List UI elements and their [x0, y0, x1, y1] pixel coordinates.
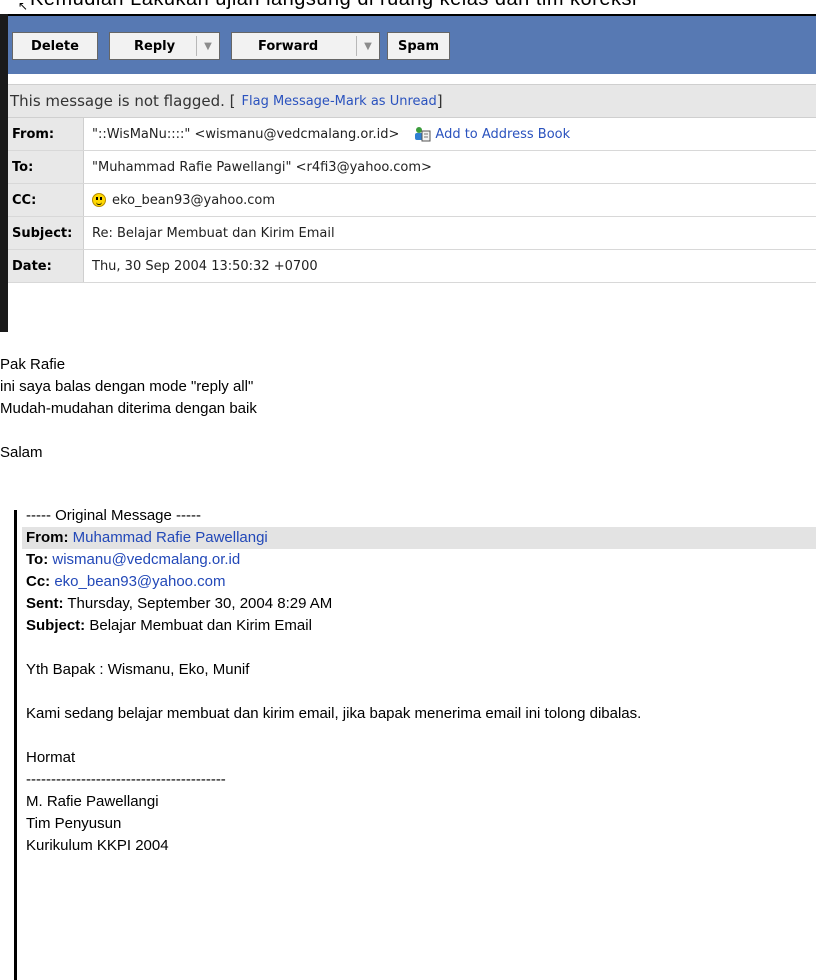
original-greeting: Yth Bapak : Wismanu, Eko, Munif [26, 661, 250, 678]
message-body: Pak Rafie ini saya balas dengan mode "re… [0, 354, 257, 464]
header-subject-row: Subject: Re: Belajar Membuat dan Kirim E… [8, 217, 816, 250]
reply-dropdown-icon[interactable]: ▼ [196, 36, 219, 56]
flag-message-link[interactable]: Flag Message [242, 94, 330, 109]
original-message-header: ----- Original Message ----- [26, 507, 202, 524]
flag-status-bar: This message is not flagged. [ Flag Mess… [8, 84, 816, 118]
original-sent-label: Sent: [26, 595, 64, 612]
original-from-label: From: [26, 529, 69, 546]
original-cc-label: Cc: [26, 573, 51, 590]
forward-button[interactable]: Forward ▼ [231, 32, 380, 60]
original-from-link[interactable]: Muhammad Rafie Pawellangi [69, 529, 268, 546]
date-label: Date: [8, 250, 84, 282]
quote-blank-1 [26, 637, 816, 659]
quote-blank-3 [26, 725, 816, 747]
original-subject-line: Subject: Belajar Membuat dan Kirim Email [26, 615, 816, 637]
original-closing: Hormat [26, 749, 76, 766]
body-line-3: Mudah-mudahan diterima dengan baik [0, 400, 257, 417]
original-from-line: From: Muhammad Rafie Pawellangi [22, 527, 816, 549]
delete-button[interactable]: Delete [12, 32, 98, 60]
forward-dropdown-icon[interactable]: ▼ [356, 36, 379, 56]
original-to-line: To: wismanu@vedcmalang.or.id [26, 549, 816, 571]
reply-button[interactable]: Reply ▼ [109, 32, 220, 60]
signature-divider: ---------------------------------------- [26, 771, 226, 788]
original-to-link[interactable]: wismanu@vedcmalang.or.id [48, 551, 240, 568]
delete-button-label: Delete [31, 38, 79, 54]
cut-off-caption: Kemudian Lakukan ujian langsung di ruang… [30, 0, 637, 11]
from-address: "::WisMaNu::::" <wismanu@vedcmalang.or.i… [92, 126, 400, 142]
cc-label: CC: [8, 184, 84, 216]
body-blank-line [0, 420, 257, 442]
signature-org: Kurikulum KKPI 2004 [26, 837, 169, 854]
original-subject-label: Subject: [26, 617, 86, 634]
quote-divider-bar [14, 510, 17, 980]
date-value: Thu, 30 Sep 2004 13:50:32 +0700 [92, 258, 318, 274]
message-toolbar: Delete Reply ▼ Forward ▼ Spam [8, 14, 816, 74]
body-line-salam: Salam [0, 444, 43, 461]
header-to-row: To: "Muhammad Rafie Pawellangi" <r4fi3@y… [8, 151, 816, 184]
to-label: To: [8, 151, 84, 183]
window-left-border [0, 14, 8, 332]
header-cc-row: CC: eko_bean93@yahoo.com [8, 184, 816, 217]
forward-button-label: Forward [258, 38, 319, 54]
mark-unread-link[interactable]: Mark as Unread [335, 94, 437, 109]
reply-button-label: Reply [134, 38, 176, 54]
spam-button[interactable]: Spam [387, 32, 450, 60]
flag-status-text: This message is not flagged. [ [10, 92, 236, 110]
cc-address: eko_bean93@yahoo.com [112, 192, 275, 208]
add-to-address-book-link[interactable]: Add to Address Book [435, 127, 570, 142]
original-sent-line: Sent: Thursday, September 30, 2004 8:29 … [26, 593, 816, 615]
cc-value-cell: eko_bean93@yahoo.com [92, 184, 275, 216]
window-top-strip: ↖ Kemudian Lakukan ujian langsung di rua… [0, 0, 816, 14]
header-date-row: Date: Thu, 30 Sep 2004 13:50:32 +0700 [8, 250, 816, 283]
subject-value: Re: Belajar Membuat dan Kirim Email [92, 225, 335, 241]
header-from-row: From: "::WisMaNu::::" <wismanu@vedcmalan… [8, 118, 816, 151]
flag-close-bracket: ] [436, 92, 443, 110]
signature-name: M. Rafie Pawellangi [26, 793, 159, 810]
original-cc-line: Cc: eko_bean93@yahoo.com [26, 571, 816, 593]
original-sent-value: Thursday, September 30, 2004 8:29 AM [63, 595, 333, 612]
subject-label: Subject: [8, 217, 84, 249]
quote-blank-2 [26, 681, 816, 703]
original-message-quote: ----- Original Message ----- From: Muham… [22, 505, 816, 857]
original-cc-link[interactable]: eko_bean93@yahoo.com [50, 573, 225, 590]
original-subject-value: Belajar Membuat dan Kirim Email [85, 617, 312, 634]
spam-button-label: Spam [398, 38, 439, 54]
to-address: "Muhammad Rafie Pawellangi" <r4fi3@yahoo… [92, 159, 432, 175]
body-line-greeting: Pak Rafie [0, 356, 66, 373]
body-line-2: ini saya balas dengan mode "reply all" [0, 378, 254, 395]
signature-title: Tim Penyusun [26, 815, 122, 832]
address-book-icon[interactable] [413, 126, 431, 142]
smiley-icon [92, 193, 106, 207]
original-message-text: Kami sedang belajar membuat dan kirim em… [26, 705, 642, 722]
from-value-cell: "::WisMaNu::::" <wismanu@vedcmalang.or.i… [92, 118, 570, 150]
original-to-label: To: [26, 551, 49, 568]
mouse-cursor-icon: ↖ [18, 0, 29, 13]
from-label: From: [8, 118, 84, 150]
